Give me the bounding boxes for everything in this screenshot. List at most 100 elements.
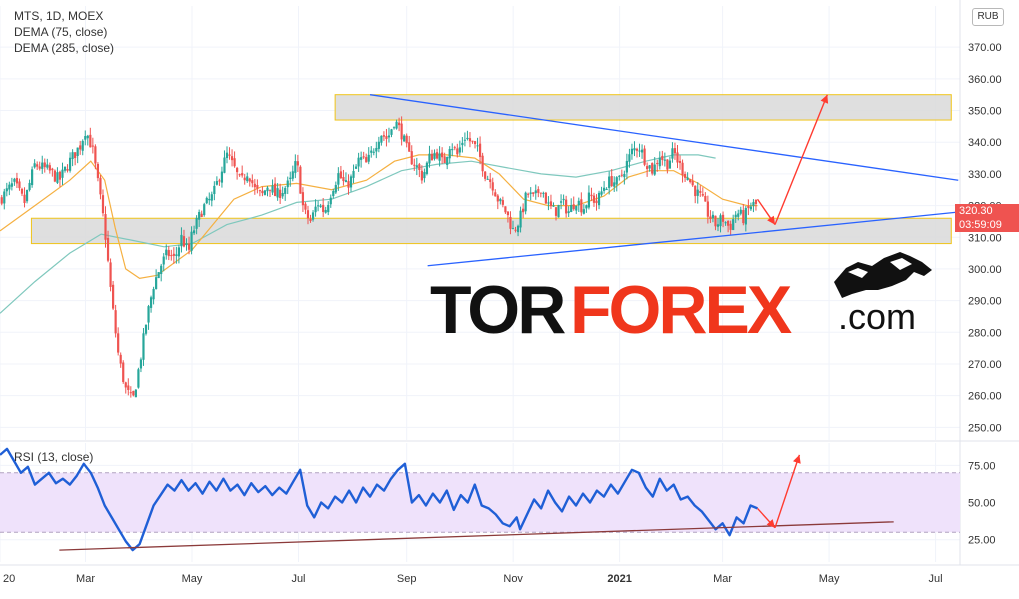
candle-body [220, 171, 224, 183]
candle-body [392, 127, 396, 129]
candle-body [53, 170, 56, 182]
candle-body [306, 210, 310, 219]
legend-main: MTS, 1D, MOEX DEMA (75, close) DEMA (285… [14, 8, 114, 56]
candle-body [251, 180, 254, 184]
candle-body [395, 121, 398, 129]
candle-body [337, 173, 340, 185]
chart-area[interactable]: TOR FOREX .com 250.00 260.00 270.00 280.00 2… [0, 0, 1019, 594]
candle-body [195, 217, 198, 229]
candle-body [58, 171, 62, 180]
candle-body [94, 146, 97, 164]
candle-body [724, 222, 727, 224]
candle-body [347, 181, 350, 188]
candle-body [362, 156, 365, 158]
candle-body [271, 185, 274, 193]
candle-body [410, 151, 413, 165]
candle-body [749, 206, 752, 210]
candle-body [342, 176, 345, 182]
candle-body [218, 180, 221, 182]
candle-body [739, 209, 742, 214]
candle-body [63, 166, 67, 171]
candle-body [314, 206, 317, 213]
candle-body [213, 185, 216, 195]
candle-body [699, 191, 702, 193]
candle-body [592, 195, 596, 203]
price-tick-label: 290.00 [968, 296, 1002, 308]
candle-body [122, 362, 125, 382]
candle-body [291, 171, 294, 179]
candle-body [638, 150, 641, 152]
watermark-tor: TOR [430, 272, 565, 348]
candle-body [481, 155, 484, 172]
candle-body [582, 209, 585, 214]
candle-body [719, 215, 722, 227]
candle-body [754, 199, 758, 204]
candle-body [620, 174, 623, 176]
candle-body [84, 136, 87, 140]
candle-body [68, 157, 72, 171]
candle-body [729, 223, 732, 230]
rsi-tick-label: 75.00 [968, 460, 996, 472]
candle-body [18, 181, 21, 189]
candle-body [643, 148, 646, 165]
candle-body [354, 166, 358, 169]
price-tick-label: 360.00 [968, 74, 1002, 86]
date-tick-label: Sep [397, 573, 417, 585]
candle-body [509, 216, 512, 229]
candle-body [132, 390, 135, 396]
candle-body [299, 166, 302, 194]
candle-body [147, 306, 150, 323]
candle-body [656, 162, 659, 165]
countdown-tag: 03:59:09 [955, 218, 1019, 232]
candle-body [61, 169, 64, 178]
candle-body [329, 197, 332, 205]
candle-body [112, 284, 115, 309]
candle-body [408, 142, 411, 152]
candle-body [210, 194, 213, 201]
candle-body [296, 161, 299, 166]
candle-body [284, 188, 287, 194]
price-chart-svg[interactable]: TOR FOREX .com 250.00 260.00 270.00 280.00 2… [0, 0, 1019, 594]
candle-body [716, 224, 720, 227]
candle-body [215, 181, 218, 185]
candle-body [327, 204, 330, 213]
candle-body [441, 152, 444, 158]
candle-body [554, 207, 558, 216]
candle-body [727, 221, 730, 226]
candle-body [5, 188, 8, 192]
candle-body [405, 135, 408, 144]
candle-body [734, 214, 737, 218]
last-price-tag: 320.30 [955, 204, 1019, 218]
candle-body [425, 162, 429, 174]
candle-body [309, 218, 312, 221]
candle-body [678, 160, 682, 163]
candle-body [225, 152, 229, 159]
candle-body [205, 197, 208, 204]
candle-body [577, 200, 580, 206]
candle-body [89, 134, 92, 148]
candle-body [258, 190, 261, 192]
currency-badge[interactable]: RUB [972, 8, 1004, 26]
candle-body [711, 214, 715, 219]
candle-body [721, 214, 725, 222]
candles-group [0, 116, 758, 398]
candle-body [628, 154, 631, 162]
legend-symbol: MTS, 1D, MOEX [14, 9, 104, 23]
candle-body [46, 164, 49, 168]
price-tick-label: 250.00 [968, 422, 1002, 434]
candle-body [737, 213, 740, 217]
candle-body [565, 199, 568, 214]
candle-body [256, 185, 259, 189]
candle-body [489, 179, 492, 182]
candle-body [696, 189, 699, 196]
candle-body [175, 254, 178, 256]
candle-body [279, 189, 282, 199]
candle-body [651, 163, 654, 174]
candle-body [415, 165, 418, 168]
candle-body [744, 208, 747, 225]
candle-body [332, 191, 335, 197]
candle-body [236, 167, 239, 173]
date-tick-label: 20 [3, 573, 15, 585]
candle-body [491, 182, 494, 191]
candle-body [630, 148, 634, 155]
